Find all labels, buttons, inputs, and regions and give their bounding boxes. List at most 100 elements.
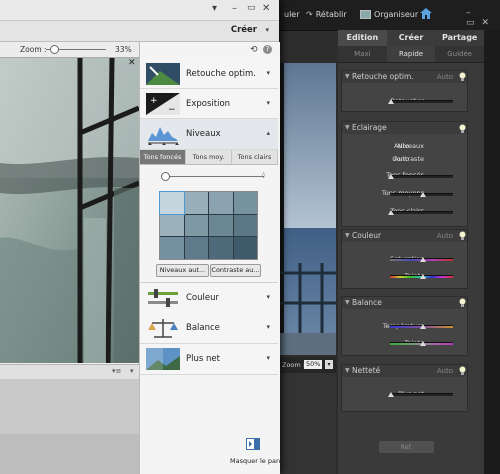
- tab-rapide[interactable]: Rapide: [386, 46, 436, 62]
- section-header[interactable]: ▼ Balance: [342, 297, 467, 309]
- window-controls[interactable]: –▭✕: [466, 8, 500, 28]
- chevron-down-icon[interactable]: ▾: [266, 99, 270, 107]
- preview-thumbnail[interactable]: [209, 214, 233, 237]
- preview-thumbnail[interactable]: [160, 214, 184, 237]
- chevron-down-icon[interactable]: ▾: [266, 354, 270, 362]
- undo-icon[interactable]: ⟲: [250, 45, 258, 55]
- tab-edition[interactable]: Edition: [338, 30, 387, 46]
- preview-thumbnail[interactable]: [184, 192, 208, 214]
- tool-retouche[interactable]: Retouche optim. ▾: [140, 59, 278, 89]
- maximize-button[interactable]: ▭: [247, 3, 256, 13]
- bulb-icon[interactable]: [459, 124, 466, 133]
- top-toolbar: uler ↷ Rétablir Organiseur –▭✕: [278, 0, 500, 31]
- preview-thumbnail[interactable]: [233, 237, 257, 259]
- chevron-down-icon[interactable]: ▾: [266, 293, 270, 301]
- tons-fonces-slider[interactable]: [390, 175, 453, 178]
- window-titlebar: ▾ – ▭ ✕: [0, 0, 279, 21]
- zoom-bar: Zoom : 33%: [0, 42, 139, 58]
- contraste-auto-button[interactable]: Auto: [394, 155, 409, 163]
- tab-tons-moyens[interactable]: Tons moy.: [186, 150, 232, 164]
- slider-thumb[interactable]: [388, 99, 394, 104]
- tool-plus-net[interactable]: Plus net ▾: [140, 344, 278, 375]
- home-icon[interactable]: [420, 8, 432, 19]
- create-bar: Créer ▾: [0, 21, 279, 42]
- slider-thumb[interactable]: [420, 341, 426, 346]
- section-header[interactable]: ▼ Netteté Auto: [342, 365, 467, 377]
- retoucher-slider[interactable]: [390, 100, 453, 103]
- zoom-slider-handle[interactable]: [50, 45, 59, 54]
- tab-guidee[interactable]: Guidée: [435, 46, 484, 62]
- slider-thumb[interactable]: [388, 392, 394, 397]
- tool-niveaux[interactable]: Niveaux ▴: [140, 119, 278, 150]
- bulb-icon[interactable]: [459, 231, 466, 240]
- tool-label: Balance: [186, 323, 220, 333]
- slider-thumb[interactable]: [420, 324, 426, 329]
- tab-creer[interactable]: Créer: [387, 30, 436, 46]
- preview-thumbnail[interactable]: [184, 237, 208, 259]
- auto-button[interactable]: Auto: [437, 230, 453, 242]
- hide-panel-button[interactable]: Masquer le pan...: [230, 457, 286, 465]
- chevron-down-icon[interactable]: ▾: [266, 323, 270, 331]
- preview-thumbnail[interactable]: [159, 191, 185, 215]
- tool-exposition[interactable]: + − Exposition ▾: [140, 89, 278, 119]
- auto-button[interactable]: Auto: [437, 71, 453, 83]
- preview-thumbnail[interactable]: [233, 192, 257, 214]
- zoom-field[interactable]: 50%: [304, 360, 323, 369]
- chevron-down-icon[interactable]: ▾: [130, 367, 134, 375]
- reset-button[interactable]: Réf.: [379, 441, 434, 453]
- slider-thumb[interactable]: [420, 274, 426, 279]
- minimize-icon[interactable]: ▾: [212, 3, 217, 14]
- preview-thumbnail[interactable]: [233, 214, 257, 237]
- section-header[interactable]: ▼ Couleur Auto: [342, 230, 467, 242]
- preview-thumbnail[interactable]: [209, 237, 233, 259]
- close-icon[interactable]: ✕: [128, 58, 136, 68]
- preview-thumbnail[interactable]: [209, 192, 233, 214]
- zoom-label: Zoom :: [282, 361, 305, 369]
- bulb-icon[interactable]: [459, 298, 466, 307]
- preview-thumbnail[interactable]: [160, 237, 184, 259]
- chevron-down-icon[interactable]: ▾: [265, 26, 269, 34]
- contraste-auto-button[interactable]: Contraste au...: [210, 264, 261, 277]
- creer-button[interactable]: Créer: [231, 25, 257, 35]
- image-status-bar: Zoom : 50% ▾: [280, 357, 336, 373]
- tool-label: Retouche optim.: [186, 69, 256, 79]
- auto-button[interactable]: Auto: [437, 365, 453, 377]
- section-title: Retouche optim.: [352, 72, 414, 81]
- tool-label: Exposition: [186, 99, 231, 109]
- chevron-down-icon[interactable]: ▾: [266, 69, 270, 77]
- redo-button[interactable]: ↷ Rétablir: [306, 10, 347, 19]
- organizer-button[interactable]: Organiseur: [360, 10, 418, 19]
- niveaux-auto-button[interactable]: Auto: [394, 142, 409, 150]
- slider-thumb[interactable]: [388, 210, 394, 215]
- chevron-down-icon[interactable]: ▾: [325, 360, 333, 369]
- minimize-button[interactable]: –: [232, 3, 237, 14]
- preview-thumbnail[interactable]: [184, 214, 208, 237]
- tab-tons-clairs[interactable]: Tons clairs: [232, 150, 278, 164]
- scrollbar[interactable]: [484, 30, 500, 474]
- photo-canvas[interactable]: [0, 57, 139, 363]
- tool-couleur[interactable]: Couleur ▾: [140, 282, 278, 314]
- help-icon[interactable]: ?: [263, 45, 272, 54]
- slider-thumb[interactable]: [420, 257, 426, 262]
- menu-icon[interactable]: ▾≡: [112, 367, 121, 375]
- main-tabs: Edition Créer Partage: [338, 30, 484, 46]
- section-header[interactable]: ▼ Retouche optim. Auto: [342, 71, 467, 83]
- tool-balance[interactable]: Balance ▾: [140, 313, 278, 344]
- slider-thumb[interactable]: [388, 174, 394, 179]
- niveaux-slider-handle[interactable]: [161, 172, 170, 181]
- bulb-icon[interactable]: [459, 366, 466, 375]
- hide-panel-icon[interactable]: [246, 438, 260, 450]
- tab-partage[interactable]: Partage: [435, 30, 484, 46]
- niveaux-auto-button[interactable]: Niveaux aut...: [156, 264, 209, 277]
- tab-tons-fonces[interactable]: Tons foncés: [140, 150, 186, 164]
- slider-thumb[interactable]: [420, 192, 426, 197]
- chevron-up-icon[interactable]: ▴: [266, 129, 270, 137]
- close-icon[interactable]: ✕: [262, 3, 270, 14]
- tab-maxi[interactable]: Maxi: [338, 46, 387, 62]
- plus-net-slider[interactable]: [390, 393, 453, 396]
- bulb-icon[interactable]: [459, 72, 466, 81]
- undo-button[interactable]: uler: [284, 10, 300, 19]
- niveaux-slider[interactable]: [164, 176, 264, 177]
- section-header[interactable]: ▼ Eclairage: [342, 122, 467, 134]
- tons-clairs-slider[interactable]: [390, 211, 453, 214]
